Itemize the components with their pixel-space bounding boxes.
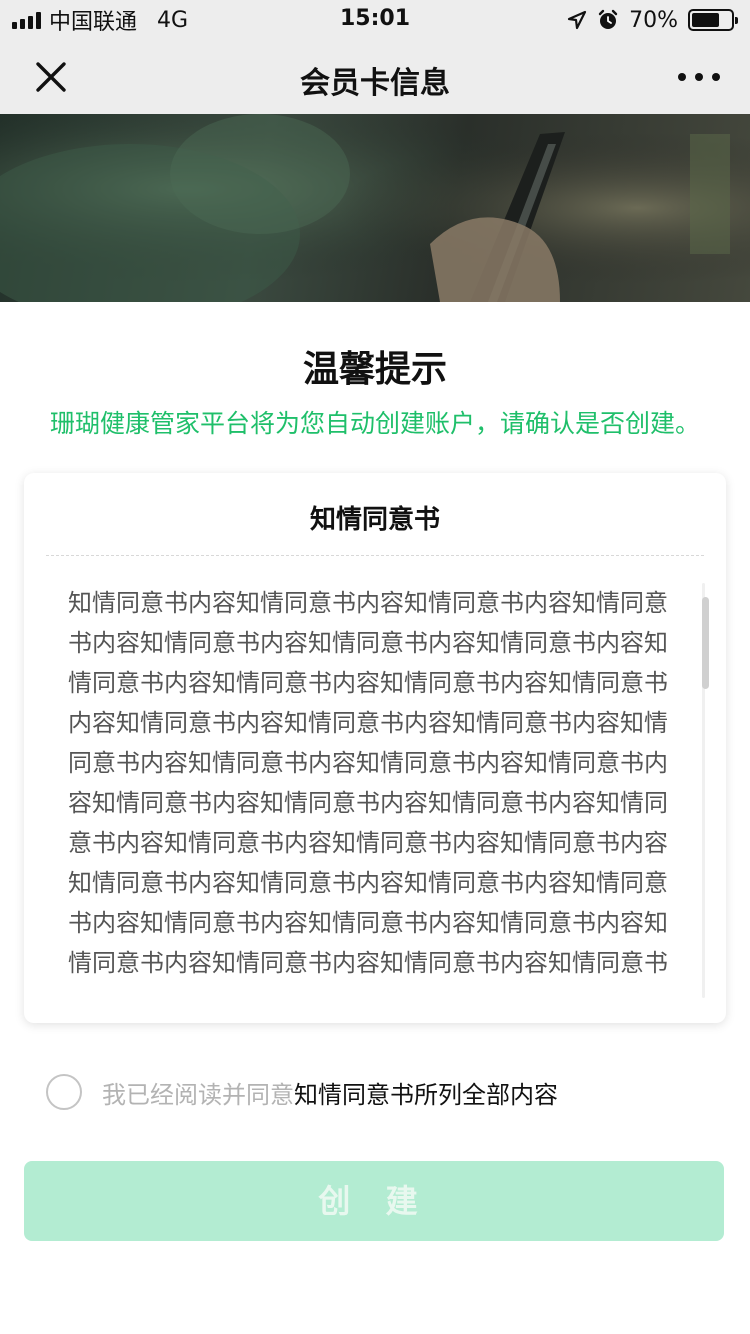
alarm-icon bbox=[598, 9, 618, 29]
status-bar: 中国联通 4G 15:01 70% bbox=[0, 0, 750, 40]
banner-image bbox=[0, 114, 750, 302]
scrollbar-thumb[interactable] bbox=[702, 597, 709, 689]
nav-bar: 会员卡信息 bbox=[0, 40, 750, 114]
agreement-prefix: 我已经阅读并同意 bbox=[102, 1080, 294, 1109]
battery-percent: 70% bbox=[629, 7, 678, 33]
consent-title: 知情同意书 bbox=[309, 505, 440, 535]
more-icon bbox=[678, 73, 686, 81]
agreement-row: 我已经阅读并同意 知情同意书所列全部内容 bbox=[46, 1072, 558, 1112]
more-icon-dot bbox=[712, 73, 720, 81]
tip-subtitle: 珊瑚健康管家平台将为您自动创建账户，请确认是否创建。 bbox=[49, 409, 700, 438]
more-icon-dot bbox=[695, 73, 703, 81]
tip-title: 温馨提示 bbox=[302, 349, 447, 390]
battery-icon bbox=[688, 9, 738, 31]
battery-fill bbox=[692, 13, 719, 27]
card-divider bbox=[46, 555, 704, 556]
battery-nub bbox=[735, 17, 738, 24]
agree-radio[interactable] bbox=[46, 1074, 82, 1110]
create-button[interactable]: 创 建 bbox=[24, 1161, 724, 1241]
banner-photo bbox=[0, 114, 750, 302]
consent-link[interactable]: 知情同意书所列全部内容 bbox=[294, 1075, 558, 1110]
consent-card: 知情同意书 知情同意书内容知情同意书内容知情同意书内容知情同意书内容知情同意书内… bbox=[24, 473, 726, 1023]
consent-body[interactable]: 知情同意书内容知情同意书内容知情同意书内容知情同意书内容知情同意书内容知情同意书… bbox=[68, 583, 678, 983]
location-arrow-icon bbox=[567, 10, 587, 30]
more-button[interactable] bbox=[678, 62, 720, 92]
page-title: 会员卡信息 bbox=[300, 66, 450, 101]
status-right: 70% bbox=[567, 6, 738, 34]
